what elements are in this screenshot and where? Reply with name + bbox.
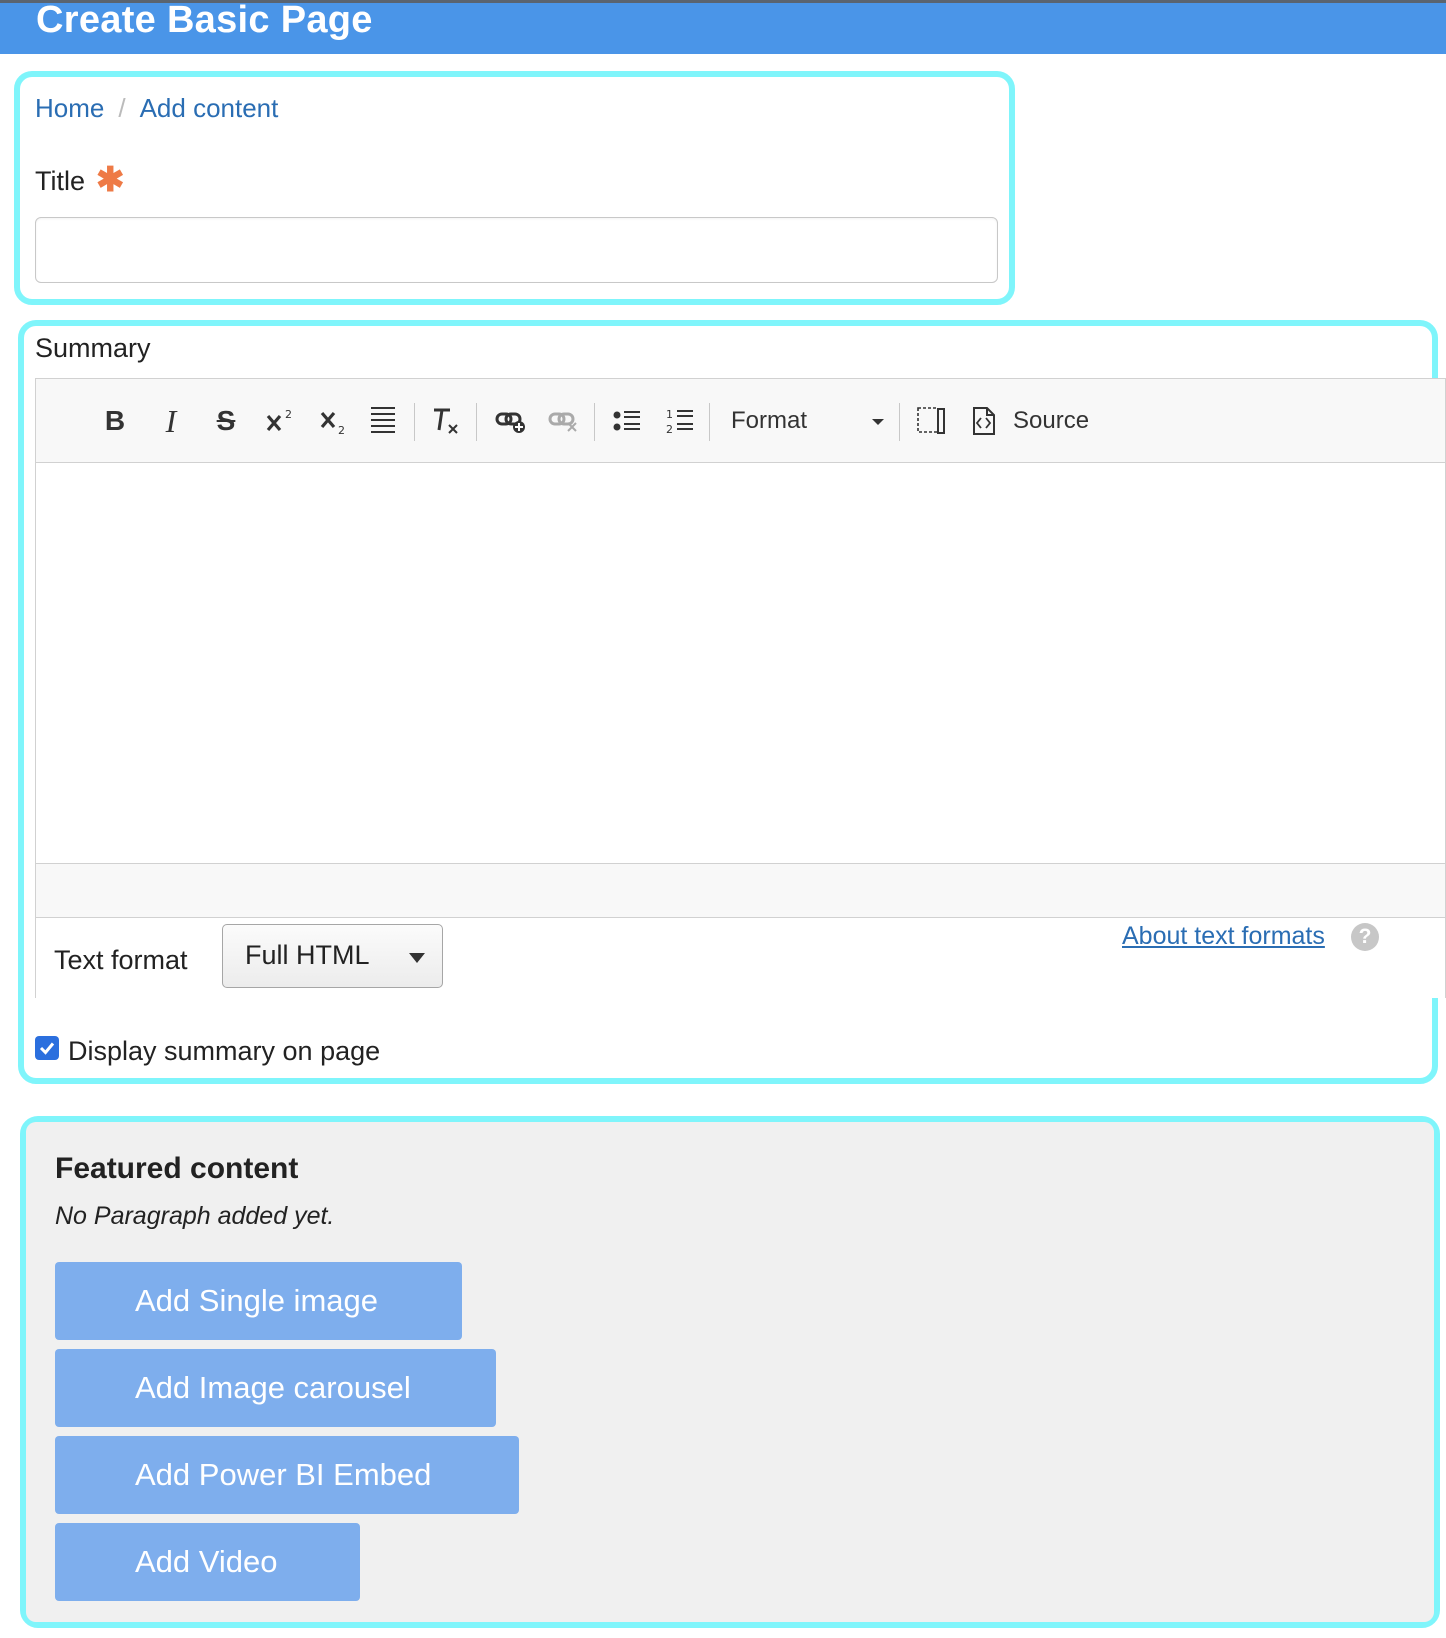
unlink-icon bbox=[548, 412, 577, 432]
svg-text:1: 1 bbox=[666, 408, 673, 421]
text-format-selected-value: Full HTML bbox=[245, 940, 370, 970]
toolbar-separator bbox=[899, 403, 900, 441]
remove-format-icon bbox=[434, 408, 458, 434]
link-icon bbox=[495, 412, 525, 433]
add-video-button[interactable]: Add Video bbox=[55, 1523, 360, 1601]
display-summary-label: Display summary on page bbox=[68, 1036, 381, 1066]
toolbar-separator bbox=[414, 403, 415, 441]
editor-toolbar: B I S 2 2 12 Format Source bbox=[36, 379, 1445, 463]
source-button[interactable] bbox=[971, 403, 997, 439]
text-format-select[interactable]: Full HTML bbox=[222, 924, 443, 988]
align-justify-icon bbox=[371, 407, 395, 433]
bulleted-list-button[interactable] bbox=[612, 403, 642, 439]
justify-button[interactable] bbox=[369, 403, 397, 439]
link-button[interactable] bbox=[494, 403, 528, 439]
superscript-icon: 2 bbox=[266, 408, 292, 432]
summary-text-area[interactable] bbox=[36, 463, 1445, 863]
breadcrumb-separator: / bbox=[118, 93, 126, 123]
italic-button[interactable]: I bbox=[158, 403, 184, 439]
numbered-list-button[interactable]: 12 bbox=[665, 403, 695, 439]
breadcrumb-home-link[interactable]: Home bbox=[35, 93, 104, 123]
source-document-icon bbox=[973, 407, 995, 435]
help-icon[interactable]: ? bbox=[1351, 923, 1379, 951]
svg-text:2: 2 bbox=[338, 424, 345, 435]
bold-button[interactable]: B bbox=[102, 403, 128, 439]
show-blocks-icon bbox=[917, 407, 945, 434]
add-single-image-button[interactable]: Add Single image bbox=[55, 1262, 462, 1340]
superscript-button[interactable]: 2 bbox=[264, 403, 296, 439]
add-power-bi-embed-button[interactable]: Add Power BI Embed bbox=[55, 1436, 519, 1514]
text-format-row: Text format Full HTML About text formats… bbox=[36, 918, 1445, 998]
toolbar-separator bbox=[594, 403, 595, 441]
page-title: Create Basic Page bbox=[36, 0, 373, 41]
toolbar-separator bbox=[476, 403, 477, 441]
featured-content-panel: Featured content No Paragraph added yet.… bbox=[26, 1122, 1434, 1622]
chevron-down-icon[interactable] bbox=[872, 419, 884, 425]
svg-text:2: 2 bbox=[666, 423, 673, 436]
featured-content-title: Featured content bbox=[55, 1152, 299, 1185]
subscript-icon: 2 bbox=[320, 411, 345, 435]
toolbar-separator bbox=[709, 403, 710, 441]
format-dropdown[interactable]: Format bbox=[731, 407, 807, 435]
source-button-label[interactable]: Source bbox=[1013, 407, 1089, 435]
strikethrough-button[interactable]: S bbox=[211, 403, 241, 439]
breadcrumb-add-content-link[interactable]: Add content bbox=[140, 93, 279, 123]
select-arrow-icon bbox=[409, 953, 425, 963]
text-format-label: Text format bbox=[54, 945, 188, 975]
about-text-formats-link[interactable]: About text formats bbox=[1122, 922, 1325, 951]
checkmark-icon bbox=[39, 1042, 55, 1055]
add-image-carousel-button[interactable]: Add Image carousel bbox=[55, 1349, 496, 1427]
subscript-button[interactable]: 2 bbox=[318, 403, 350, 439]
svg-text:2: 2 bbox=[285, 408, 292, 421]
title-input[interactable] bbox=[35, 217, 998, 283]
page-header: Create Basic Page bbox=[0, 0, 1446, 54]
display-summary-checkbox[interactable] bbox=[35, 1036, 59, 1060]
summary-editor: B I S 2 2 12 Format Source Text format F… bbox=[35, 378, 1446, 998]
show-blocks-button[interactable] bbox=[916, 403, 946, 439]
featured-empty-message: No Paragraph added yet. bbox=[55, 1202, 335, 1230]
remove-format-button[interactable] bbox=[430, 403, 462, 439]
editor-status-bar bbox=[36, 863, 1445, 918]
title-label: Title bbox=[35, 166, 86, 196]
unlink-button[interactable] bbox=[547, 403, 581, 439]
bulleted-list-icon bbox=[613, 411, 640, 431]
required-asterisk-icon: ✱ bbox=[96, 161, 125, 199]
breadcrumb: Home / Add content bbox=[35, 93, 278, 124]
numbered-list-icon: 12 bbox=[666, 408, 693, 436]
summary-label: Summary bbox=[35, 333, 151, 363]
